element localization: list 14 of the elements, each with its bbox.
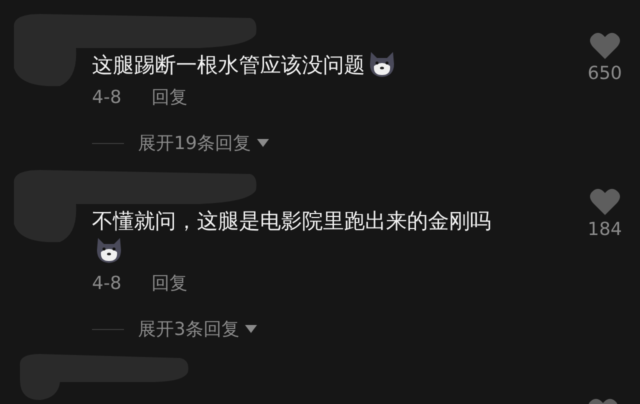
comment-text: 不懂就问，这腿是电影院里跑出来的金刚吗 <box>92 209 491 233</box>
comment-date: 4-8 <box>92 86 122 108</box>
caret-icon <box>245 325 258 333</box>
expand-replies-link[interactable]: 展开19条回复 <box>138 131 251 155</box>
reply-link[interactable]: 回复 <box>151 271 188 295</box>
heart-icon[interactable] <box>590 32 620 59</box>
comment-date: 4-8 <box>92 272 122 294</box>
comment-text: 这腿踢断一根水管应该没问题 <box>92 53 365 77</box>
heart-icon[interactable] <box>590 188 620 215</box>
reply-link[interactable]: 回复 <box>151 85 188 109</box>
expand-replies-link[interactable]: 展开3条回复 <box>138 317 240 341</box>
like-count: 650 <box>588 63 622 84</box>
like-count: 184 <box>588 219 622 240</box>
caret-icon <box>256 139 269 147</box>
